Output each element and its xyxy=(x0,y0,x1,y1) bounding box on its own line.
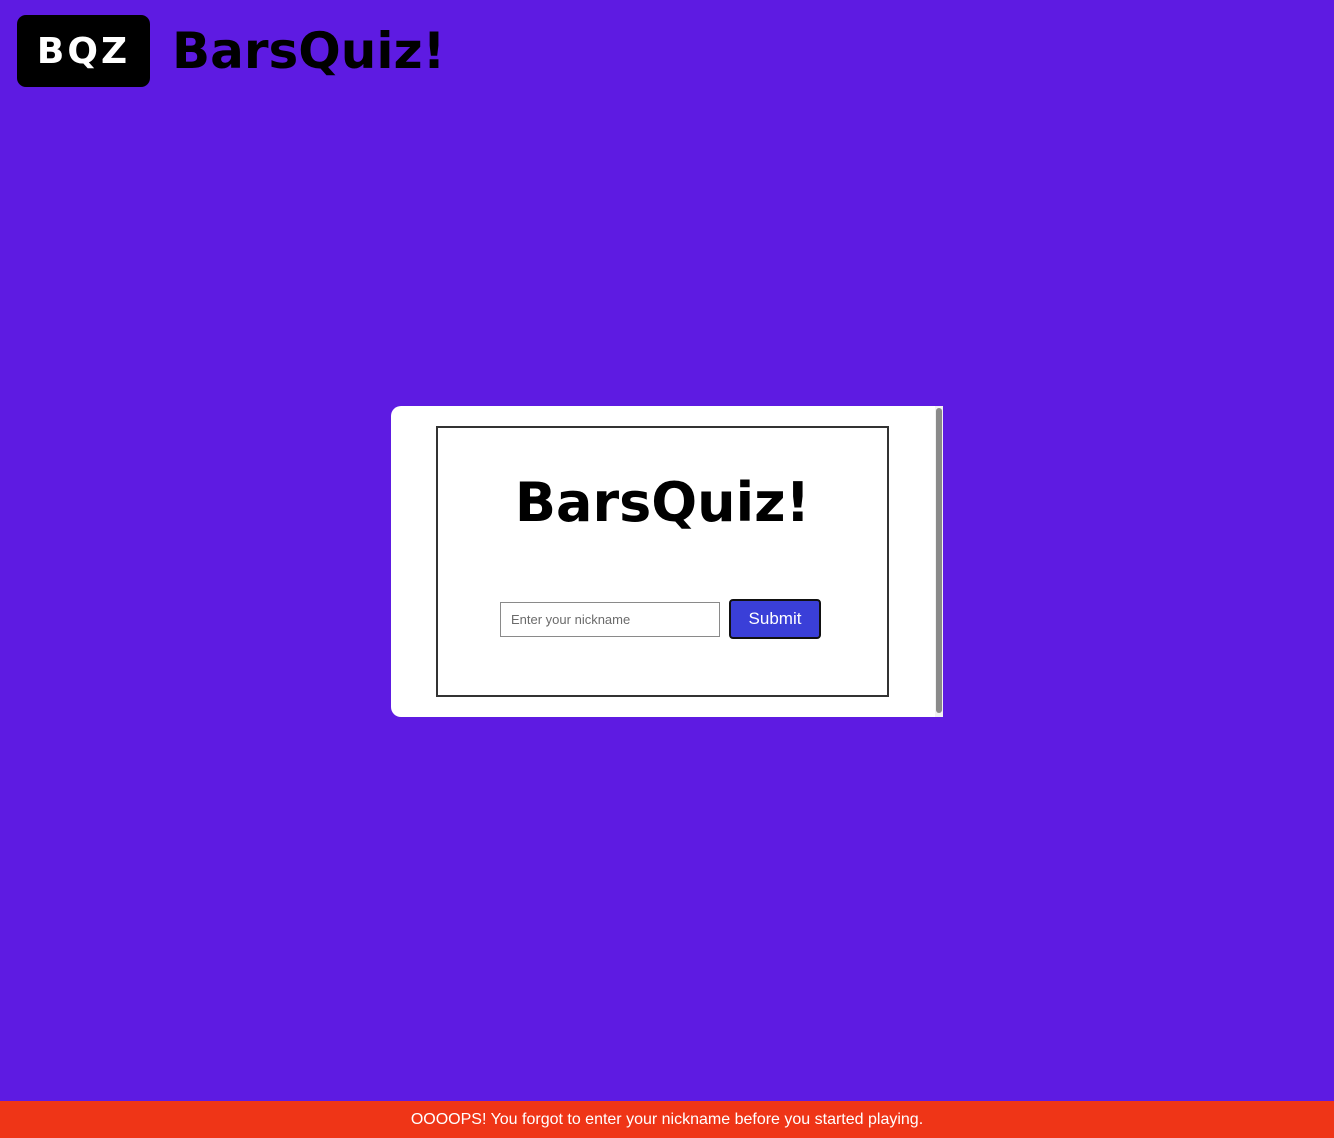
error-message: OOOOPS! You forgot to enter your nicknam… xyxy=(410,1110,924,1128)
bqz-logo-badge[interactable]: BQZ xyxy=(17,15,150,87)
nickname-input[interactable] xyxy=(500,602,720,637)
card-wordmark: BarsQuiz! xyxy=(514,471,811,534)
card-scrollbar[interactable] xyxy=(935,406,943,717)
badge-logo-text: BQZ xyxy=(36,30,131,72)
nickname-form-frame: BarsQuiz! Submit xyxy=(436,426,889,697)
nickname-card: BarsQuiz! Submit xyxy=(391,406,943,717)
submit-button[interactable]: Submit xyxy=(729,599,821,639)
header-wordmark[interactable]: BarsQuiz! xyxy=(172,26,445,76)
card-scrollbar-thumb[interactable] xyxy=(936,408,942,713)
site-header: BQZ BarsQuiz! xyxy=(17,15,445,87)
error-banner: OOOOPS! You forgot to enter your nicknam… xyxy=(0,1101,1334,1138)
